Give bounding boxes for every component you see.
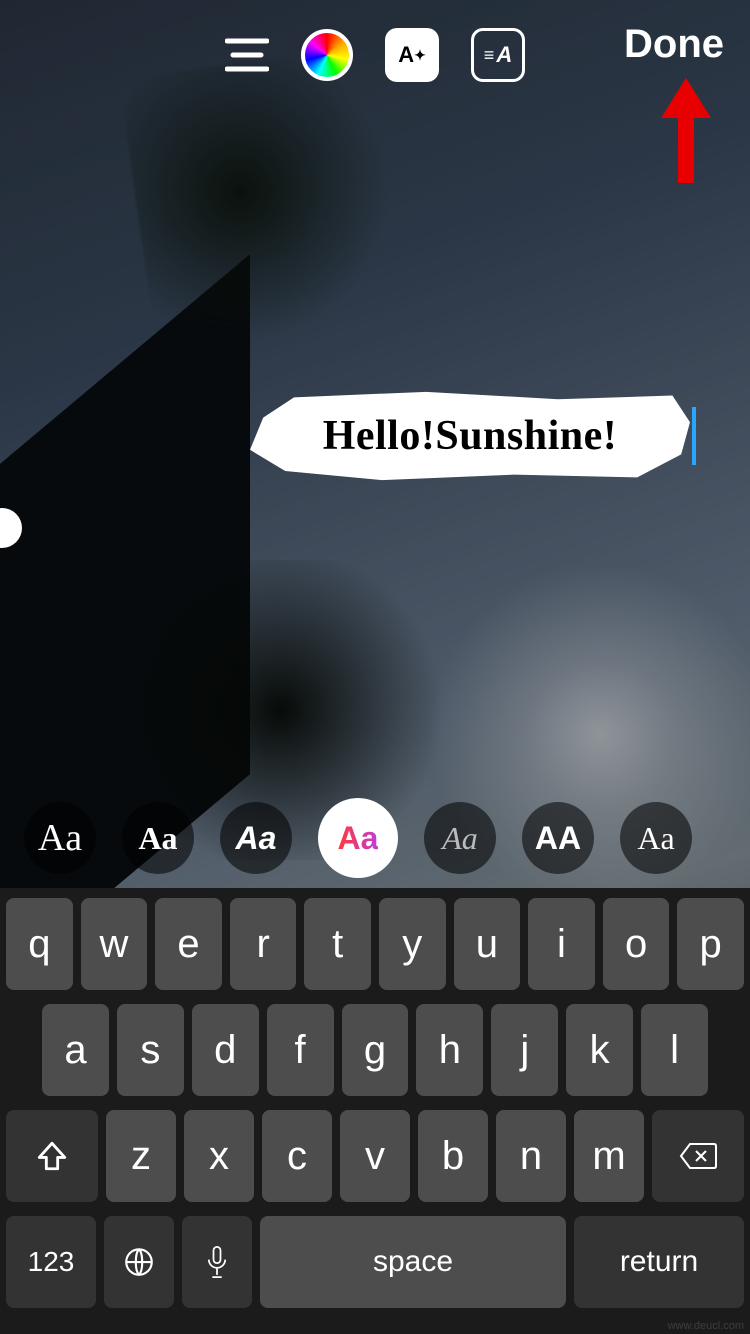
font-style-script[interactable]: Aa: [24, 802, 96, 874]
key-c[interactable]: c: [262, 1110, 332, 1202]
key-p[interactable]: p: [677, 898, 744, 990]
watermark: www.deucl.com: [668, 1320, 744, 1332]
font-style-serif[interactable]: Aa: [620, 802, 692, 874]
annotation-arrow-icon: [656, 78, 716, 188]
font-style-selected[interactable]: Aa: [318, 798, 398, 878]
key-numbers[interactable]: 123: [6, 1216, 96, 1308]
key-q[interactable]: q: [6, 898, 73, 990]
key-space[interactable]: space: [260, 1216, 566, 1308]
key-globe[interactable]: [104, 1216, 174, 1308]
key-x[interactable]: x: [184, 1110, 254, 1202]
key-u[interactable]: u: [454, 898, 521, 990]
key-backspace[interactable]: [652, 1110, 744, 1202]
keyboard-row-1: q w e r t y u i o p: [6, 898, 744, 990]
key-g[interactable]: g: [342, 1004, 409, 1096]
text-overlay[interactable]: Hello!Sunshine!: [250, 390, 690, 482]
globe-icon: [122, 1245, 156, 1279]
text-effect-button[interactable]: A✦: [385, 28, 439, 82]
key-t[interactable]: t: [304, 898, 371, 990]
key-d[interactable]: d: [192, 1004, 259, 1096]
backspace-icon: [678, 1141, 718, 1171]
font-style-selector: Aa Aa Aa Aa Aa AA Aa: [0, 798, 750, 878]
keyboard-row-4: 123 space return: [6, 1216, 744, 1308]
text-animation-button[interactable]: ≡A: [471, 28, 525, 82]
key-y[interactable]: y: [379, 898, 446, 990]
font-style-caps[interactable]: AA: [522, 802, 594, 874]
key-w[interactable]: w: [81, 898, 148, 990]
key-h[interactable]: h: [416, 1004, 483, 1096]
key-a[interactable]: a: [42, 1004, 109, 1096]
key-return[interactable]: return: [574, 1216, 744, 1308]
key-e[interactable]: e: [155, 898, 222, 990]
align-center-icon: [225, 35, 269, 75]
sparkle-icon: ✦: [414, 47, 426, 64]
shift-icon: [35, 1139, 69, 1173]
key-o[interactable]: o: [603, 898, 670, 990]
keyboard-row-3: z x c v b n m: [6, 1110, 744, 1202]
font-style-serif-thin[interactable]: Aa: [424, 802, 496, 874]
key-f[interactable]: f: [267, 1004, 334, 1096]
key-dictation[interactable]: [182, 1216, 252, 1308]
key-b[interactable]: b: [418, 1110, 488, 1202]
key-j[interactable]: j: [491, 1004, 558, 1096]
key-l[interactable]: l: [641, 1004, 708, 1096]
key-n[interactable]: n: [496, 1110, 566, 1202]
key-r[interactable]: r: [230, 898, 297, 990]
key-z[interactable]: z: [106, 1110, 176, 1202]
text-overlay-content: Hello!Sunshine!: [250, 390, 690, 482]
font-style-italic-bold[interactable]: Aa: [220, 802, 292, 874]
text-effect-label: A: [398, 42, 414, 68]
key-s[interactable]: s: [117, 1004, 184, 1096]
keyboard-row-2: a s d f g h j k l: [6, 1004, 744, 1096]
ios-keyboard: q w e r t y u i o p a s d f g h j k l z …: [0, 888, 750, 1334]
key-i[interactable]: i: [528, 898, 595, 990]
text-align-button[interactable]: [225, 35, 269, 75]
color-picker-button[interactable]: [301, 29, 353, 81]
microphone-icon: [203, 1244, 231, 1280]
key-m[interactable]: m: [574, 1110, 644, 1202]
key-k[interactable]: k: [566, 1004, 633, 1096]
font-style-serif-bold[interactable]: Aa: [122, 802, 194, 874]
text-animation-label: A: [496, 42, 512, 68]
key-v[interactable]: v: [340, 1110, 410, 1202]
done-button[interactable]: Done: [624, 22, 724, 67]
key-shift[interactable]: [6, 1110, 98, 1202]
text-cursor: [692, 407, 696, 466]
lines-icon: ≡: [484, 45, 495, 66]
